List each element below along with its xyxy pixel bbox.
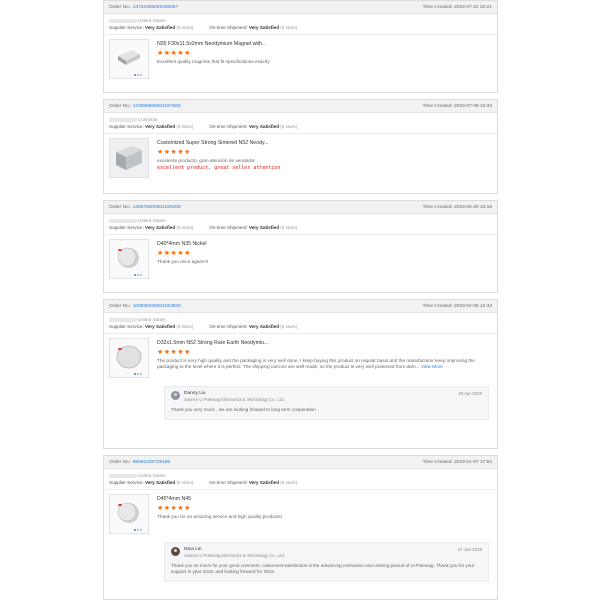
review-text: Thank you for an amazing service and hig… [157, 514, 283, 519]
thin-disc-magnet-icon [116, 345, 142, 369]
order-no: Order No.: 95962228729188 [109, 459, 171, 465]
service-ratings: Supplier Service: Very Satisfied (5 star… [104, 24, 497, 35]
time-created: Time Created: 2019-07-22 20:21 [422, 4, 492, 10]
blurred-buyer-name [109, 18, 137, 23]
seller-reply: Danny Liu Xiamen U Polemag Electronics &… [164, 386, 489, 420]
order-no: Order No.: 123085865001027606 [109, 103, 181, 109]
buyer-country: United States [104, 214, 497, 224]
review-text: Thank you once again!!!! [157, 259, 209, 264]
rating-stars: ★★★★★ [157, 149, 191, 156]
blurred-buyer-name [109, 473, 137, 478]
order-number-link[interactable]: 95962228729188 [133, 460, 170, 465]
product-thumbnail[interactable] [109, 494, 149, 534]
time-created: Time Created: 2019-01-07 17:52 [422, 459, 492, 465]
review-list: Order No.: 1474330600102505? Time Create… [103, 0, 498, 606]
buyer-country: United States [104, 14, 497, 24]
order-review-card: Order No.: 128675300001029108 Time Creat… [103, 200, 498, 293]
time-created: Time Created: 2019-05-20 10:18 [422, 204, 492, 210]
image-dots [134, 529, 142, 531]
order-review-card: Order No.: 123085865001027606 Time Creat… [103, 99, 498, 194]
product-thumbnail[interactable] [109, 138, 149, 178]
disc-magnet-icon [117, 502, 139, 523]
product-thumbnail[interactable] [109, 338, 149, 378]
product-name-link[interactable]: D40*4mm N35 Nickel [157, 241, 492, 248]
rating-stars: ★★★★★ [157, 50, 191, 57]
review-text: The product is very high quality and the… [157, 358, 475, 370]
order-review-card: Order No.: 1474330600102505? Time Create… [103, 0, 498, 93]
card-header: Order No.: 1474330600102505? Time Create… [104, 1, 497, 14]
avatar [171, 391, 180, 400]
review-text: Excellent quality magnets that fit speci… [157, 59, 270, 64]
reply-author: Danny Liu [184, 391, 206, 396]
image-dots [134, 74, 142, 76]
block-magnet-icon [118, 50, 140, 65]
service-ratings: Supplier Service: Very Satisfied (5 star… [104, 123, 497, 134]
blurred-buyer-name [109, 117, 137, 122]
large-block-magnet-icon [116, 146, 142, 170]
product-thumbnail[interactable] [109, 39, 149, 79]
order-review-card: Order No.: 95962228729188 Time Created: … [103, 455, 498, 600]
reply-date: 23 Apr 2019 [458, 391, 482, 396]
order-number-link[interactable]: 123085865001027606 [133, 104, 181, 109]
order-no: Order No.: 1474330600102505? [109, 4, 179, 10]
image-dots [134, 373, 142, 375]
order-number-link[interactable]: 128675300001029108 [133, 205, 181, 210]
order-number-link[interactable]: 1474330600102505? [133, 5, 178, 10]
order-no: Order No.: 103839435001023840 [109, 303, 181, 309]
reply-text: Thank you so much for your good comment,… [171, 563, 475, 574]
product-name-link[interactable]: Customized Super Strong Sintered N52 Neo… [157, 140, 492, 147]
image-dots [134, 274, 142, 276]
reply-company: Xiamen U Polemag Electronics & Technolog… [184, 397, 285, 402]
time-created: Time Created: 2019-04-05 12:43 [422, 303, 492, 309]
reply-company: Xiamen U Polemag Electronics & Technolog… [184, 553, 285, 558]
card-header: Order No.: 95962228729188 Time Created: … [104, 456, 497, 469]
view-more-link[interactable]: View More [421, 364, 443, 369]
card-header: Order No.: 103839435001023840 Time Creat… [104, 300, 497, 313]
card-header: Order No.: 128675300001029108 Time Creat… [104, 201, 497, 214]
time-created: Time Created: 2019-07-09 10:33 [422, 103, 492, 109]
rating-stars: ★★★★★ [157, 349, 191, 356]
product-name-link[interactable]: N35 F30x11.5x2mm Neodymium Magnet with..… [157, 41, 492, 48]
service-ratings: Supplier Service: Very Satisfied (5 star… [104, 224, 497, 235]
avatar [171, 547, 180, 556]
product-thumbnail[interactable] [109, 239, 149, 279]
buyer-country: United States [104, 469, 497, 479]
service-ratings: Supplier Service: Very Satisfied (5 star… [104, 479, 497, 490]
product-name-link[interactable]: D45*4mm N45 [157, 496, 492, 503]
service-ratings: Supplier Service: Very Satisfied (5 star… [104, 323, 497, 334]
reply-author: Nina Lin [184, 547, 202, 552]
reply-text: Thank you very much , we are looking for… [171, 407, 316, 412]
card-header: Order No.: 123085865001027606 Time Creat… [104, 100, 497, 113]
order-no: Order No.: 128675300001029108 [109, 204, 181, 210]
reply-date: 07 Jan 2019 [457, 547, 482, 552]
order-number-link[interactable]: 103839435001023840 [133, 304, 181, 309]
blurred-buyer-name [109, 218, 137, 223]
review-translation: excellent product, great seller attentio… [157, 165, 281, 172]
seller-reply: Nina Lin Xiamen U Polemag Electronics & … [164, 542, 489, 582]
buyer-country: Colombia [104, 113, 497, 123]
blurred-buyer-name [109, 317, 137, 322]
review-text: excelente producto, gran atención de ven… [157, 158, 255, 163]
rating-stars: ★★★★★ [157, 505, 191, 512]
order-review-card: Order No.: 103839435001023840 Time Creat… [103, 299, 498, 449]
buyer-country: United States [104, 313, 497, 323]
disc-magnet-icon [117, 247, 139, 268]
product-name-link[interactable]: D32x1.5mm N52 Strong Rare Earth Neodymiu… [157, 340, 492, 347]
rating-stars: ★★★★★ [157, 250, 191, 257]
